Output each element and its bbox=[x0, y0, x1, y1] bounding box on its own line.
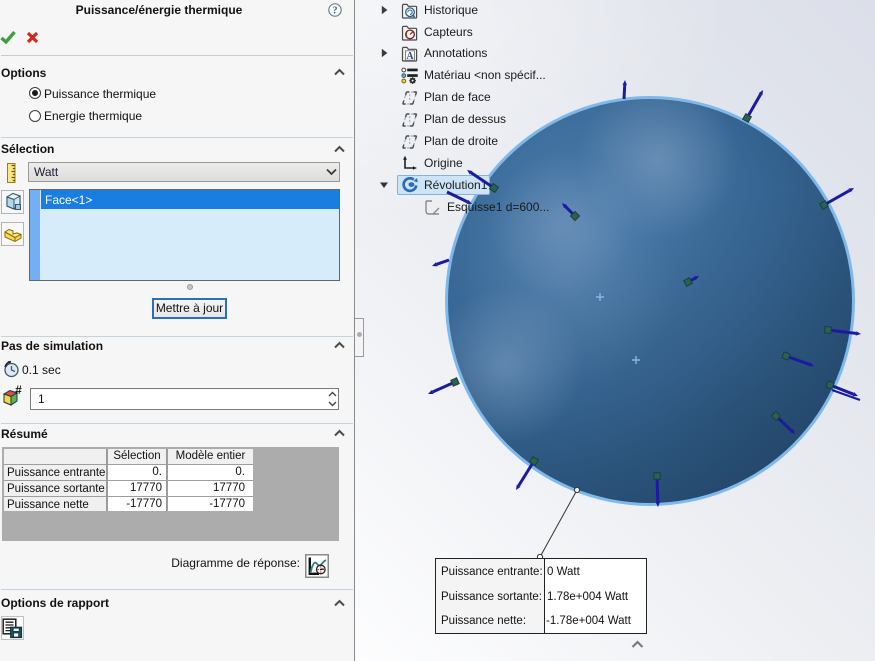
svg-text:?: ? bbox=[333, 6, 338, 17]
svg-text:#: # bbox=[15, 385, 22, 397]
